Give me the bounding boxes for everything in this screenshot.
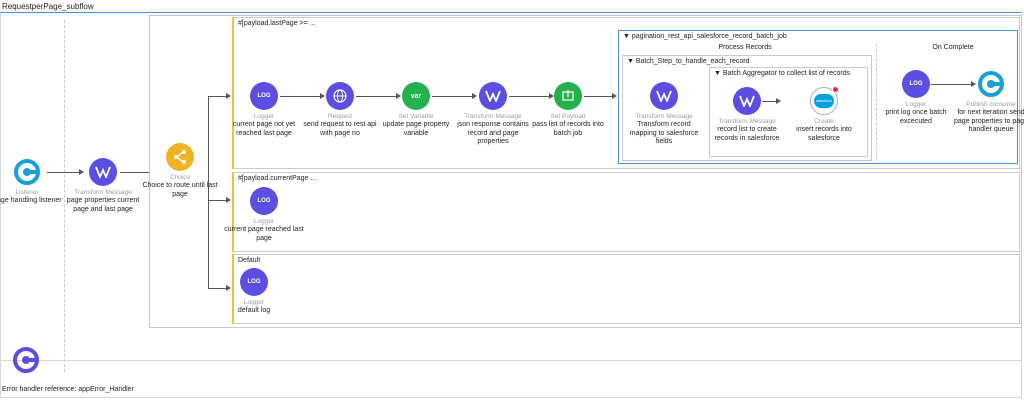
logger-1-label: current page not yet reached last page [232, 121, 296, 137]
setpayload-label: pass list of records into batch job [532, 121, 604, 137]
globe-icon [326, 82, 354, 110]
error-badge-icon [832, 86, 839, 93]
batch-job-title: ▼ pagination_rest_api_salesforce_record_… [623, 33, 787, 40]
publish-consume[interactable]: Publish consume for next iteration send … [951, 70, 1024, 135]
create-type: Create [814, 118, 834, 125]
complete-logger-type: Logger [905, 101, 927, 108]
route-3-condition: Default [238, 257, 261, 264]
logger-icon: LOG [240, 268, 268, 296]
error-handler-icon[interactable] [12, 346, 40, 376]
publish-type: Publish consume [966, 101, 1016, 108]
complete-logger-label: print log once batch excecuted [885, 109, 947, 125]
publish-consume-icon [977, 70, 1005, 98]
set-variable[interactable]: var Set Variable update page property va… [376, 82, 456, 138]
logger-3-label: default log [237, 307, 271, 314]
logger-3-type: Logger [243, 299, 265, 306]
transform-message-1[interactable]: Transform Message page properties curren… [63, 158, 143, 214]
logger-icon: LOG [902, 70, 930, 98]
logger-route-2[interactable]: LOG Logger current page reached last pag… [224, 187, 304, 243]
transform-icon [89, 158, 117, 186]
agg-arrow-head [776, 98, 781, 104]
transform-1-type: Transform Message [74, 189, 132, 196]
setvar-label: update page property variable [382, 121, 450, 137]
process-records-title: Process Records [718, 44, 772, 51]
request-label: send request to rest api with page no [303, 121, 377, 137]
transform-4-type: Transform Message [718, 118, 776, 125]
create-label: insert records into salesforce [796, 126, 852, 142]
transform-2-type: Transform Message [464, 113, 522, 120]
route-1-condition: #[payload.lastPage >= ... [238, 20, 316, 27]
transform-icon [733, 87, 761, 115]
setpayload-type: Set Payload [550, 113, 586, 120]
setvar-type: Set Variable [398, 113, 434, 120]
listener-label: Page handling listener [0, 197, 62, 204]
on-complete-title: On Complete [932, 44, 974, 51]
batch-aggregator-title: ▼ Batch Aggregator to collect list of re… [714, 70, 851, 77]
set-variable-icon: var [402, 82, 430, 110]
r1-arrow-5 [584, 96, 612, 97]
route-current-page[interactable]: #[payload.currentPage ... [232, 172, 1020, 252]
logger-1-type: Logger [253, 113, 275, 120]
logger-route-3[interactable]: LOG Logger default log [214, 268, 294, 316]
listener-source[interactable]: Listener Page handling listener [0, 158, 67, 206]
r1-arrow-5-head [612, 93, 617, 99]
error-handler-reference: Error handler reference: appError_Handle… [2, 386, 134, 393]
transform-4-label: record list to create records in salesfo… [714, 126, 780, 142]
choice-icon [166, 143, 194, 171]
transform-2-label: json response contains record and page p… [457, 121, 529, 145]
choice-branch-line [208, 96, 209, 289]
transform-3-label: Transform record mapping to salesforce f… [629, 121, 699, 145]
request-type: Request [327, 113, 353, 120]
logger-2-label: current page reached last page [224, 226, 304, 242]
publish-label: for next iteration send page properties … [954, 109, 1024, 133]
transform-message-3[interactable]: Transform Message Transform record mappi… [624, 82, 704, 147]
flow-title: RequestperPage_subflow [2, 2, 94, 11]
error-divider [0, 360, 1022, 361]
transform-3-type: Transform Message [635, 113, 693, 120]
listener-type: Listener [15, 189, 39, 196]
salesforce-icon: salesforce [810, 86, 839, 115]
salesforce-create[interactable]: salesforce Create insert records into sa… [784, 86, 864, 143]
transform-icon [479, 82, 507, 110]
route-default[interactable]: Default [232, 254, 1020, 324]
transform-icon [650, 82, 678, 110]
agg-arrow [762, 101, 776, 102]
batch-step-title: ▼ Batch_Step_to_handle_each_record [627, 58, 750, 65]
logger-icon: LOG [250, 82, 278, 110]
set-payload-icon [554, 82, 582, 110]
route-2-condition: #[payload.currentPage ... [238, 175, 317, 182]
transform-message-4[interactable]: Transform Message record list to create … [707, 87, 787, 143]
logger-route-1[interactable]: LOG Logger current page not yet reached … [224, 82, 304, 138]
http-request[interactable]: Request send request to rest api with pa… [300, 82, 380, 138]
set-payload[interactable]: Set Payload pass list of records into ba… [528, 82, 608, 138]
logger-2-type: Logger [253, 218, 275, 225]
transform-1-label: page properties current page and last pa… [66, 197, 140, 213]
listener-icon [13, 158, 41, 186]
logger-icon: LOG [250, 187, 278, 215]
logger-on-complete[interactable]: LOG Logger print log once batch excecute… [876, 70, 956, 126]
transform-message-2[interactable]: Transform Message json response contains… [453, 82, 533, 147]
